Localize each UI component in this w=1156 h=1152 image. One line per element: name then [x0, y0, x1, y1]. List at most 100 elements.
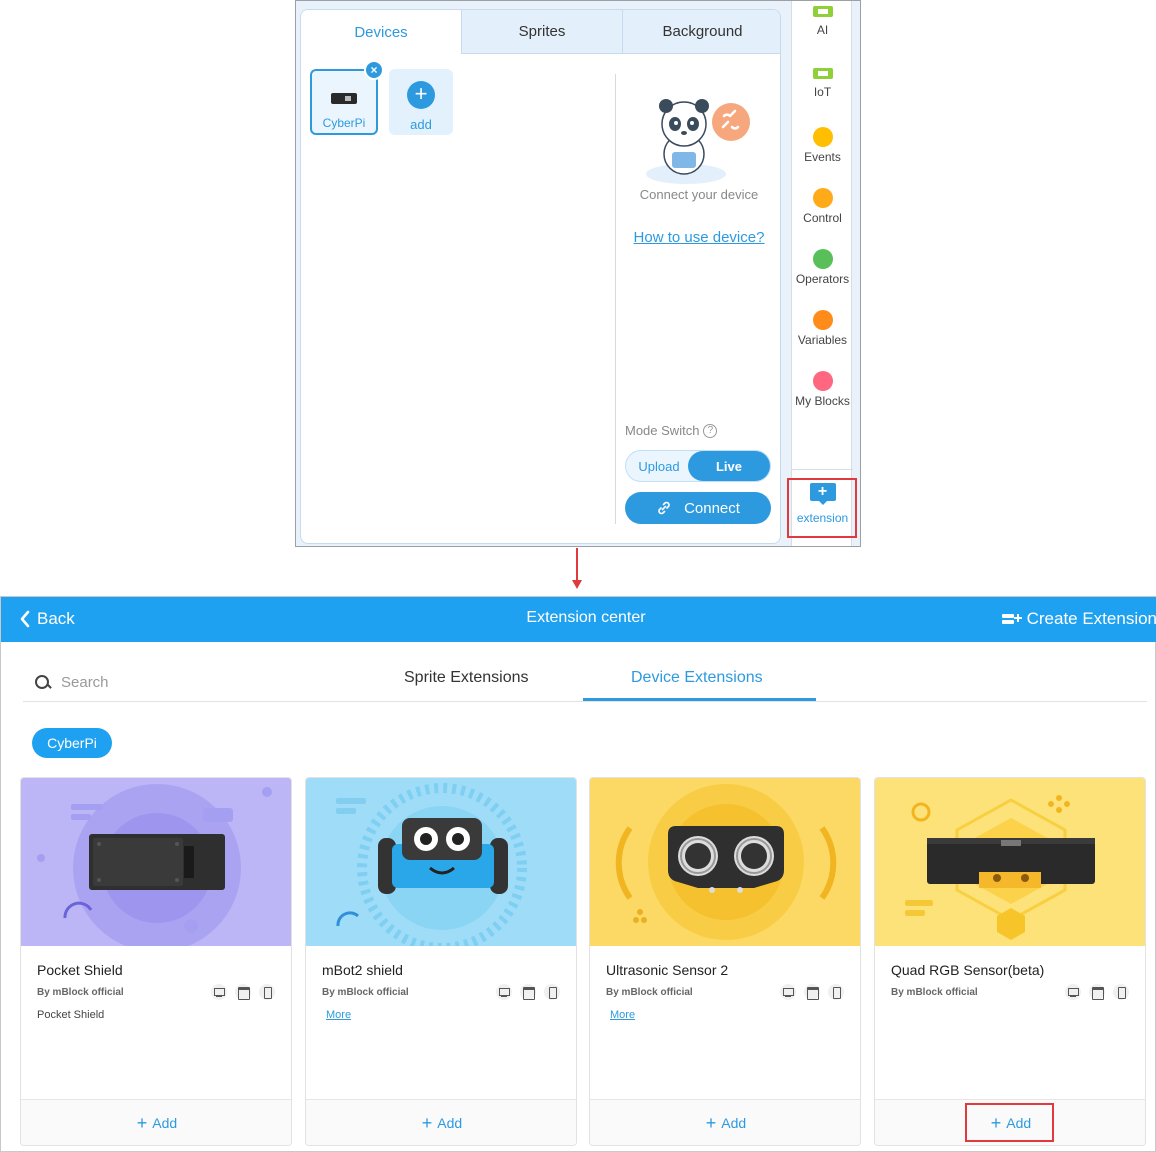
highlight-add-box [965, 1103, 1054, 1142]
device-panel: Devices Sprites Background × CyberPi + a… [300, 9, 781, 544]
platform-icons [211, 984, 275, 1000]
desktop-icon [496, 984, 512, 1000]
extension-center-header: Back Extension center Create Extension [1, 597, 1156, 642]
search-placeholder: Search [61, 674, 109, 691]
panel-divider [615, 74, 616, 524]
flow-arrow-head-icon [572, 580, 582, 589]
category-divider [792, 469, 853, 470]
editor-panel: Devices Sprites Background × CyberPi + a… [295, 0, 861, 547]
mode-upload-option[interactable]: Upload [626, 451, 692, 481]
create-extension-button[interactable]: Create Extension [1001, 609, 1156, 629]
extension-name: mBot2 shield [322, 962, 403, 978]
category-operators[interactable]: Operators [792, 249, 853, 286]
category-variables[interactable]: Variables [792, 310, 853, 347]
page-title: Extension center [526, 609, 646, 626]
highlight-extension-box [787, 478, 857, 538]
help-icon[interactable]: ? [703, 423, 718, 438]
desktop-icon [780, 984, 796, 1000]
category-my-blocks[interactable]: My Blocks [792, 371, 853, 408]
connect-button-label: Connect [684, 499, 740, 517]
extension-description: Pocket Shield [37, 1009, 105, 1021]
add-device-button[interactable]: + add [389, 69, 453, 135]
extension-author: By mBlock official [891, 987, 978, 998]
remove-device-icon[interactable]: × [364, 60, 384, 80]
more-link[interactable]: More [610, 1009, 635, 1021]
platform-icons [1065, 984, 1129, 1000]
mode-live-option[interactable]: Live [688, 451, 770, 481]
extension-name: Pocket Shield [37, 962, 123, 978]
create-extension-icon [1001, 614, 1022, 624]
mode-switch-text: Mode Switch [625, 423, 700, 438]
extension-name: Ultrasonic Sensor 2 [606, 962, 729, 978]
mobile-icon [828, 984, 844, 1000]
tab-sprite-extensions[interactable]: Sprite Extensions [404, 669, 529, 687]
editor-tabbar: Devices Sprites Background [301, 10, 780, 54]
device-label: CyberPi [322, 116, 366, 130]
category-events[interactable]: Events [792, 127, 853, 164]
category-label: Variables [797, 333, 848, 347]
extension-author: By mBlock official [37, 987, 124, 998]
more-link[interactable]: More [326, 1009, 351, 1021]
filter-chip-cyberpi[interactable]: CyberPi [32, 728, 112, 758]
operators-dot-icon [812, 249, 833, 269]
add-label: Add [721, 1114, 747, 1131]
category-control[interactable]: Control [792, 188, 853, 225]
link-icon [658, 501, 670, 515]
device-tile-cyberpi[interactable]: × CyberPi [310, 60, 384, 135]
mobile-icon [544, 984, 560, 1000]
add-extension-button[interactable]: + Add [306, 1099, 576, 1145]
add-extension-button[interactable]: + Add [590, 1099, 860, 1145]
connect-hint-text: Connect your device [639, 187, 759, 202]
plus-icon: + [421, 1112, 433, 1133]
extension-author: By mBlock official [322, 987, 409, 998]
web-icon [235, 984, 251, 1000]
desktop-icon [1065, 984, 1081, 1000]
cyberpi-board-icon [331, 93, 357, 104]
desktop-icon [211, 984, 227, 1000]
mobile-icon [259, 984, 275, 1000]
tab-devices[interactable]: Devices [301, 10, 461, 54]
ultrasonic-sensor-image [590, 778, 860, 946]
search-input[interactable]: Search [35, 674, 109, 691]
mobile-icon [1113, 984, 1129, 1000]
add-label: Add [152, 1114, 178, 1131]
extension-name: Quad RGB Sensor(beta) [891, 962, 1045, 978]
pocket-shield-image [21, 778, 291, 946]
plus-icon: + [136, 1112, 148, 1133]
category-label: Control [803, 211, 842, 225]
iot-chip-icon [812, 68, 833, 79]
flow-arrow [576, 548, 578, 584]
quad-rgb-sensor-image [875, 778, 1145, 946]
connect-button[interactable]: Connect [625, 492, 771, 524]
control-dot-icon [812, 188, 833, 208]
mode-switch[interactable]: Upload Live [625, 450, 771, 482]
extension-author: By mBlock official [606, 987, 693, 998]
category-label: My Blocks [795, 394, 850, 408]
add-extension-button[interactable]: + Add [21, 1099, 291, 1145]
add-label: Add [437, 1114, 463, 1131]
add-device-label: add [410, 117, 432, 132]
category-iot[interactable]: IoT [792, 68, 853, 99]
extension-card-quad-rgb-sensor[interactable]: Quad RGB Sensor(beta) By mBlock official… [874, 777, 1146, 1146]
create-extension-label: Create Extension [1026, 609, 1156, 628]
events-dot-icon [812, 127, 833, 147]
platform-icons [780, 984, 844, 1000]
category-label: Operators [795, 272, 850, 286]
block-categories: AI IoT Events Control Operators Variable… [791, 1, 853, 546]
tab-device-extensions[interactable]: Device Extensions [631, 669, 763, 687]
mode-switch-label: Mode Switch ? [625, 423, 718, 438]
extension-card-ultrasonic-sensor-2[interactable]: Ultrasonic Sensor 2 By mBlock official M… [589, 777, 861, 1146]
platform-icons [496, 984, 560, 1000]
category-label: AI [816, 23, 829, 37]
web-icon [1089, 984, 1105, 1000]
tab-background[interactable]: Background [622, 10, 780, 54]
extension-card-mbot2-shield[interactable]: mBot2 shield By mBlock official More + A… [305, 777, 577, 1146]
category-label: Events [804, 150, 841, 164]
my-blocks-dot-icon [812, 371, 833, 391]
how-to-use-device-link[interactable]: How to use device? [616, 229, 780, 246]
search-icon [35, 674, 51, 691]
category-label: IoT [813, 85, 832, 99]
extension-card-pocket-shield[interactable]: Pocket Shield By mBlock official Pocket … [20, 777, 292, 1146]
tab-sprites[interactable]: Sprites [461, 10, 622, 54]
category-ai[interactable]: AI [792, 6, 853, 37]
